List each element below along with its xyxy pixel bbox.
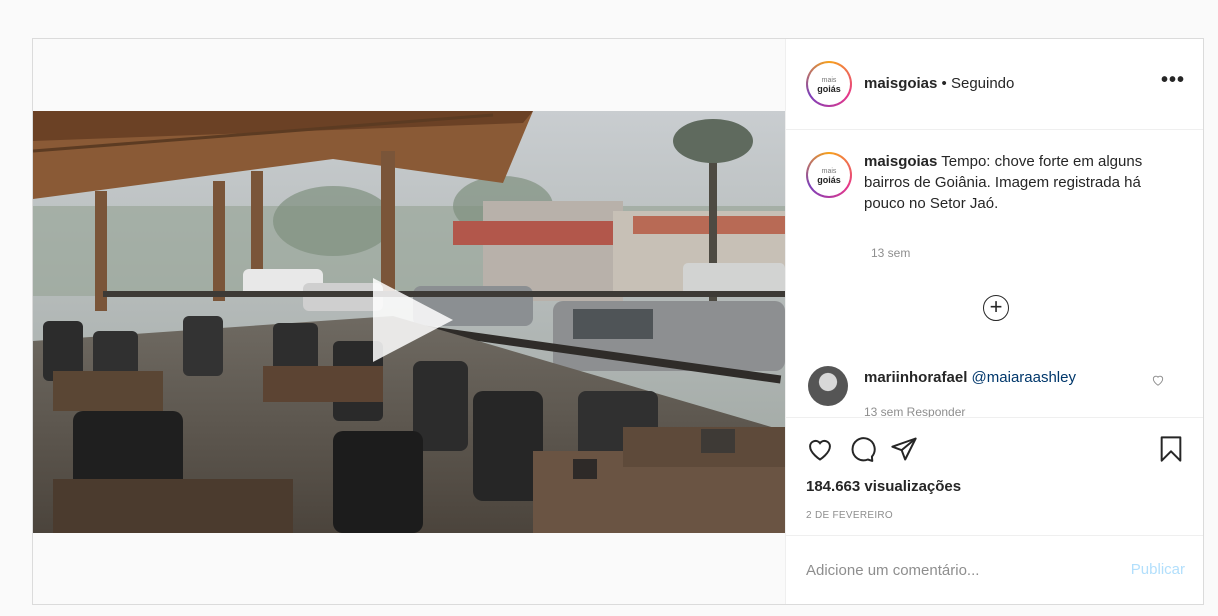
- caption-avatar-logo: mais goiás: [808, 167, 850, 185]
- comment-input[interactable]: [806, 536, 1106, 604]
- comment-avatar[interactable]: [808, 366, 848, 406]
- post-date[interactable]: 2 DE FEVEREIRO: [806, 510, 893, 521]
- caption-avatar-logo-bottom: goiás: [817, 175, 841, 185]
- more-icon[interactable]: •••: [1161, 69, 1185, 92]
- avatar-logo-bottom: goiás: [817, 84, 841, 94]
- comment-username[interactable]: mariinhorafael: [864, 369, 967, 386]
- comment-text: mariinhorafael @maiaraashley: [864, 369, 1076, 386]
- comment-icon[interactable]: [848, 435, 876, 463]
- avatar-logo: mais goiás: [808, 76, 850, 94]
- avatar[interactable]: mais goiás: [806, 61, 852, 107]
- comment-mention[interactable]: @maiaraashley: [972, 369, 1076, 386]
- post-sidebar: mais goiás maisgoias • Seguindo ••• mais…: [785, 39, 1203, 604]
- comment-meta[interactable]: 13 sem Responder: [864, 405, 965, 417]
- plus-circle-icon[interactable]: +: [983, 295, 1009, 321]
- post-actions: 184.663 visualizações 2 DE FEVEREIRO: [786, 417, 1203, 535]
- post-media: [33, 39, 785, 604]
- share-icon[interactable]: [890, 435, 918, 463]
- play-icon[interactable]: [373, 278, 453, 362]
- username-link[interactable]: maisgoias: [864, 75, 937, 92]
- views-count[interactable]: 184.663 visualizações: [806, 478, 961, 495]
- post-header: mais goiás maisgoias • Seguindo •••: [786, 39, 1203, 130]
- post-card: mais goiás maisgoias • Seguindo ••• mais…: [32, 38, 1204, 605]
- publish-button[interactable]: Publicar: [1131, 561, 1185, 578]
- caption-avatar[interactable]: mais goiás: [806, 152, 852, 198]
- post-caption: maisgoias Tempo: chove forte em alguns b…: [864, 151, 1164, 214]
- header-user: maisgoias • Seguindo: [864, 75, 1014, 92]
- comment-heart-icon[interactable]: [1151, 373, 1165, 387]
- bookmark-icon[interactable]: [1157, 435, 1185, 463]
- caption-username[interactable]: maisgoias: [864, 153, 937, 170]
- comment-item: mariinhorafael @maiaraashley 13 sem Resp…: [786, 361, 1203, 417]
- heart-icon[interactable]: [806, 435, 834, 463]
- comments-area[interactable]: mais goiás maisgoias Tempo: chove forte …: [786, 130, 1203, 417]
- follow-status[interactable]: • Seguindo: [942, 75, 1015, 92]
- video-player[interactable]: [33, 111, 785, 533]
- add-comment-bar: Publicar: [786, 535, 1203, 604]
- caption-time[interactable]: 13 sem: [871, 246, 910, 260]
